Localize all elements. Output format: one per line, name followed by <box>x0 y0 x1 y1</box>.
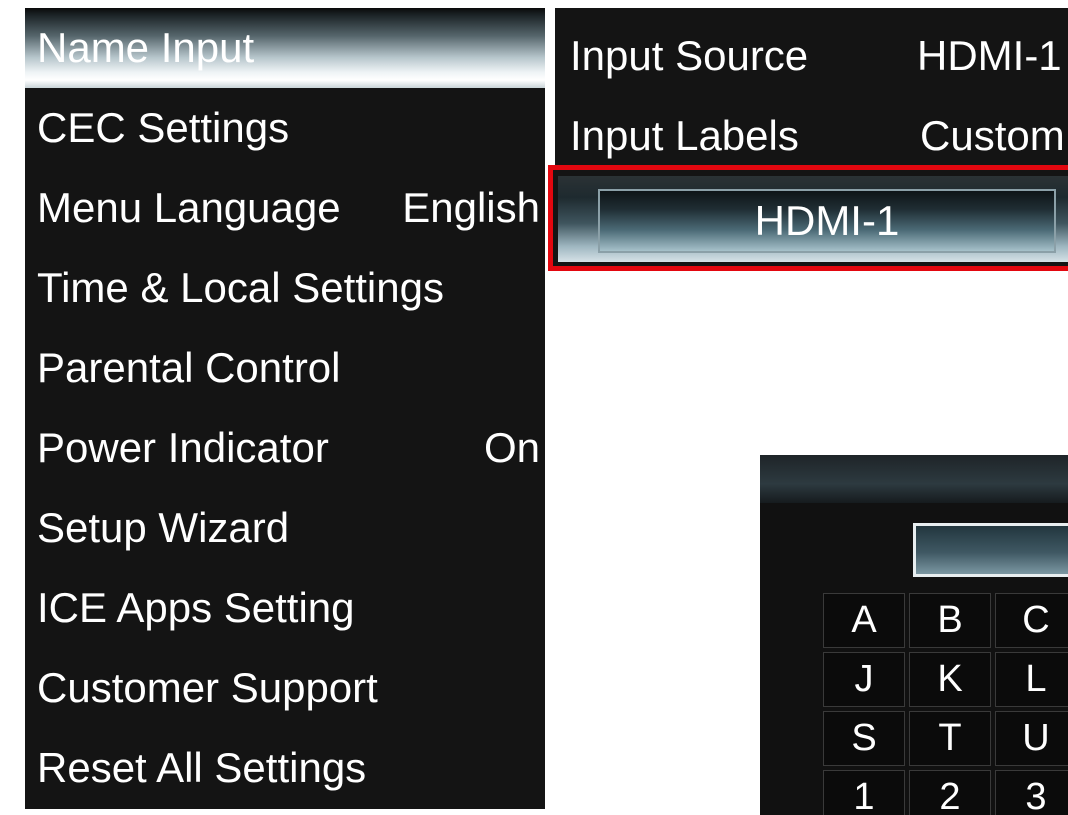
key-b[interactable]: B <box>909 593 991 648</box>
menu-item-label: ICE Apps Setting <box>37 584 355 631</box>
menu-item-menu-language[interactable]: Menu Language English <box>25 168 545 248</box>
input-source-value: HDMI-1 <box>917 32 1062 79</box>
key-t[interactable]: T <box>909 711 991 766</box>
menu-item-customer-support[interactable]: Customer Support <box>25 648 545 728</box>
input-labels-label: Input Labels <box>570 112 799 159</box>
key-3[interactable]: 3 <box>995 770 1068 815</box>
menu-item-power-indicator[interactable]: Power Indicator On <box>25 408 545 488</box>
name-field-highlight: HDMI-1 <box>548 165 1068 271</box>
menu-item-label: Name Input <box>37 24 255 71</box>
menu-item-time-local-settings[interactable]: Time & Local Settings <box>25 248 545 328</box>
menu-item-label: CEC Settings <box>37 104 290 151</box>
on-screen-keyboard: A B C J K L S T U 1 2 3 <box>760 455 1068 815</box>
input-labels-row[interactable]: Input Labels Custom <box>555 96 1068 168</box>
key-1[interactable]: 1 <box>823 770 905 815</box>
keyboard-keys: A B C J K L S T U 1 2 3 <box>823 593 1068 815</box>
menu-item-ice-apps-setting[interactable]: ICE Apps Setting <box>25 568 545 648</box>
menu-item-label: Time & Local Settings <box>37 264 444 311</box>
menu-item-value: On <box>483 424 540 471</box>
menu-item-label: Reset All Settings <box>37 744 367 791</box>
key-u[interactable]: U <box>995 711 1068 766</box>
name-field-button[interactable]: HDMI-1 <box>598 189 1056 253</box>
key-k[interactable]: K <box>909 652 991 707</box>
menu-item-label: Menu Language <box>37 184 341 231</box>
key-j[interactable]: J <box>823 652 905 707</box>
menu-item-setup-wizard[interactable]: Setup Wizard <box>25 488 545 568</box>
menu-item-label: Customer Support <box>37 664 378 711</box>
key-c[interactable]: C <box>995 593 1068 648</box>
menu-item-reset-all-settings[interactable]: Reset All Settings <box>25 728 545 808</box>
key-l[interactable]: L <box>995 652 1068 707</box>
settings-menu: Name Input CEC Settings Menu Language En… <box>25 8 545 809</box>
input-source-label: Input Source <box>570 32 809 79</box>
name-input-panel: Input Source HDMI-1 Input Labels Custom <box>555 8 1068 168</box>
keyboard-header <box>760 455 1068 503</box>
key-s[interactable]: S <box>823 711 905 766</box>
keyboard-text-input[interactable] <box>913 523 1068 577</box>
menu-item-label: Power Indicator <box>37 424 329 471</box>
name-field-band: HDMI-1 <box>558 176 1068 262</box>
menu-item-value: English <box>402 184 540 231</box>
input-source-row[interactable]: Input Source HDMI-1 <box>555 16 1068 96</box>
menu-item-cec-settings[interactable]: CEC Settings <box>25 88 545 168</box>
key-2[interactable]: 2 <box>909 770 991 815</box>
menu-item-label: Setup Wizard <box>37 504 290 551</box>
input-labels-value: Custom <box>920 112 1065 159</box>
menu-item-label: Parental Control <box>37 344 341 391</box>
key-a[interactable]: A <box>823 593 905 648</box>
menu-item-name-input[interactable]: Name Input <box>25 8 545 88</box>
menu-item-parental-control[interactable]: Parental Control <box>25 328 545 408</box>
